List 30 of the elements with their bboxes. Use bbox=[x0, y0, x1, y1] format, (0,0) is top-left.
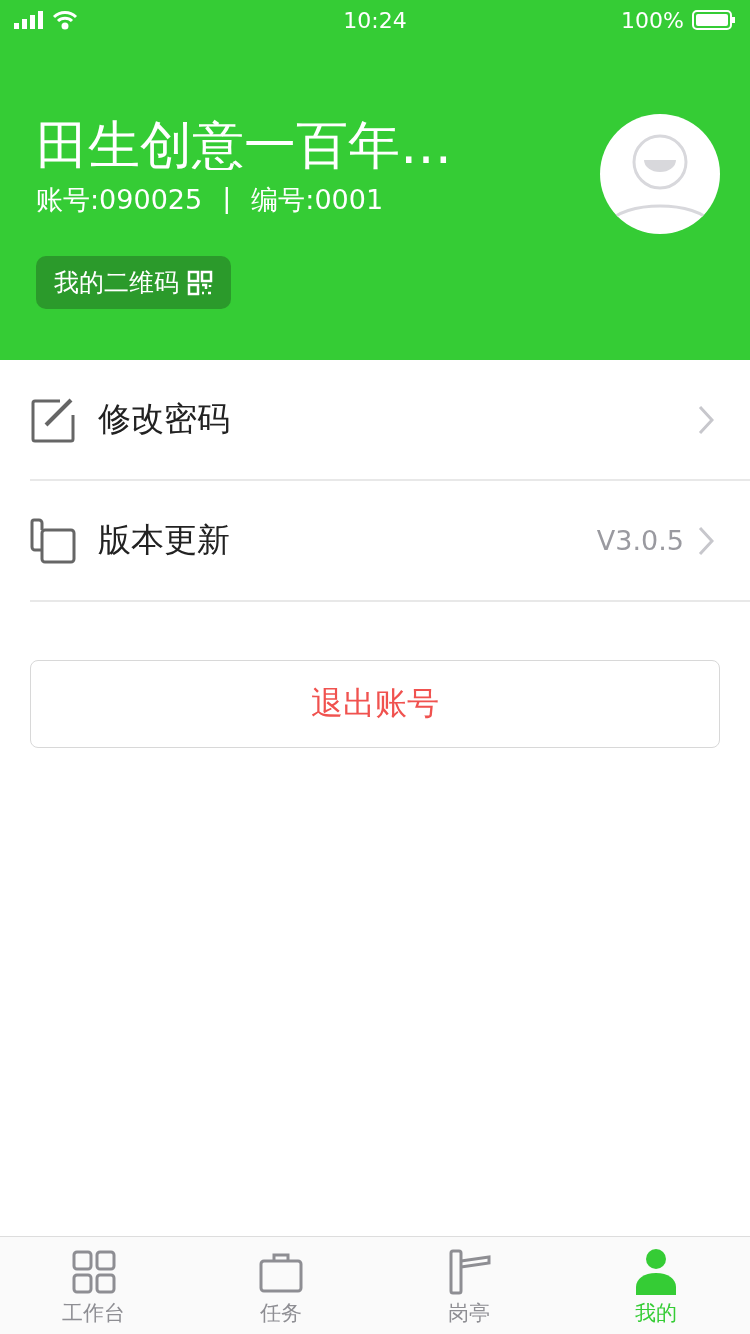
copy-icon bbox=[30, 517, 76, 564]
chevron-right-icon bbox=[698, 404, 714, 435]
tab-label: 岗亭 bbox=[447, 1300, 490, 1327]
edit-icon bbox=[30, 396, 76, 443]
tab[interactable]: 岗亭 bbox=[375, 1237, 563, 1334]
version-value: V3.0.5 bbox=[596, 525, 684, 556]
tab[interactable]: 工作台 bbox=[0, 1237, 188, 1334]
menu-label: 版本更新 bbox=[98, 519, 231, 561]
tab[interactable]: 任务 bbox=[187, 1237, 375, 1334]
battery-icon bbox=[692, 10, 736, 30]
account-number: 账号:090025 bbox=[36, 183, 203, 217]
tab-label: 我的 bbox=[635, 1300, 678, 1327]
qr-code-button[interactable]: 我的二维码 bbox=[36, 256, 231, 309]
tab[interactable]: 我的 bbox=[562, 1237, 750, 1334]
signal-icon bbox=[14, 11, 44, 29]
qr-code-icon bbox=[187, 269, 213, 296]
tab-label: 任务 bbox=[260, 1300, 303, 1327]
battery-percent: 100% bbox=[621, 7, 684, 33]
tab-label: 工作台 bbox=[62, 1300, 126, 1327]
logout-button[interactable]: 退出账号 bbox=[30, 660, 720, 748]
chevron-right-icon bbox=[698, 525, 714, 556]
wifi-icon bbox=[52, 10, 78, 30]
status-time: 10:24 bbox=[343, 7, 407, 33]
separator: | bbox=[222, 182, 232, 216]
menu-row[interactable]: 修改密码 bbox=[30, 360, 750, 481]
user-name: 田生创意一百年… bbox=[36, 114, 452, 177]
menu-row[interactable]: 版本更新 V3.0.5 bbox=[30, 481, 750, 602]
staff-number: 编号:0001 bbox=[251, 183, 384, 217]
grid-icon bbox=[70, 1249, 117, 1295]
menu-label: 修改密码 bbox=[98, 398, 231, 440]
